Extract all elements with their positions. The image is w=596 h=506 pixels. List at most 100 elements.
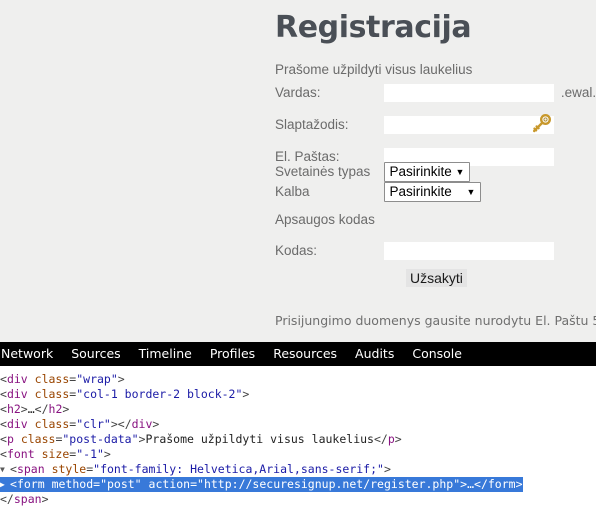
dom-tree-line[interactable]: <p class="post-data">Prašome užpildyti v… — [0, 432, 523, 447]
kalba-select[interactable]: Pasirinkite ▼ — [384, 182, 482, 202]
dom-tree-content: <div class="wrap"> <div class="col-1 bord… — [0, 372, 523, 506]
code-token-text: Prašome užpildyti visus laukelius — [145, 432, 374, 446]
chevron-down-icon: ▼ — [455, 167, 465, 177]
svetaines-typas-value: Pasirinkite — [389, 164, 452, 179]
code-token-text: … — [467, 477, 475, 491]
browser-page-viewport: Registracija Prašome užpildyti visus lau… — [0, 0, 596, 342]
devtools-tab-console[interactable]: Console — [403, 342, 471, 366]
devtools-tab-resources[interactable]: Resources — [264, 342, 346, 366]
code-token-punct: < — [0, 447, 7, 461]
devtools-tab-network[interactable]: Network — [0, 342, 62, 366]
code-token-attr: class — [34, 387, 70, 401]
chevron-down-icon: ▼ — [466, 187, 476, 197]
key-icon — [531, 113, 553, 134]
label-kodas: Kodas: — [275, 243, 318, 258]
label-svetaines-typas: Svetainės typas — [275, 164, 371, 179]
code-token-punct: = — [190, 477, 198, 491]
field-row-slaptazodis: Slaptažodis: — [275, 114, 555, 136]
field-row-vardas: Vardas: .ewal.lt — [275, 82, 596, 104]
code-token-punct: > — [515, 477, 523, 491]
code-token-tag: form — [487, 477, 516, 491]
code-token-value: "wrap" — [76, 372, 118, 386]
code-token-attr: class — [34, 417, 70, 431]
code-token-tag: p — [6, 432, 14, 446]
devtools-tab-timeline[interactable]: Timeline — [130, 342, 201, 366]
code-token-tag: span — [13, 492, 42, 506]
code-token-punct: </ — [373, 432, 388, 446]
vardas-input[interactable] — [384, 84, 555, 102]
code-token-tag: font — [6, 447, 35, 461]
label-slaptazodis: Slaptažodis: — [275, 117, 349, 132]
code-token-punct: < — [0, 372, 7, 386]
label-vardas: Vardas: — [275, 85, 321, 100]
code-token-attr: style — [51, 462, 87, 476]
code-token-tag: div — [6, 417, 28, 431]
field-row-kalba: Kalba Pasirinkite ▼ — [275, 181, 482, 203]
code-token-punct: </ — [34, 402, 49, 416]
code-token-punct: ></ — [110, 417, 132, 431]
devtools-tab-audits[interactable]: Audits — [346, 342, 403, 366]
dom-tree-line[interactable]: <div class="clr"></div> — [0, 417, 523, 432]
code-token-punct: > — [242, 387, 250, 401]
field-row-svetaines-typas: Svetainės typas Pasirinkite ▼ — [275, 161, 471, 183]
field-row-kodas: Kodas: — [275, 240, 555, 262]
devtools-elements-tree[interactable]: <div class="wrap"> <div class="col-1 bord… — [0, 366, 596, 506]
code-token-value: "-1" — [76, 447, 104, 461]
devtools-tab-sources[interactable]: Sources — [62, 342, 129, 366]
devtools-tab-profiles[interactable]: Profiles — [201, 342, 264, 366]
kodas-input[interactable] — [384, 242, 555, 260]
code-token-punct: > — [117, 372, 125, 386]
devtools-panel: Network Sources Timeline Profiles Resources A… — [0, 342, 596, 506]
footer-note: Prisijungimo duomenys gausite nurodytu E… — [275, 313, 596, 328]
domain-suffix: .ewal.lt — [560, 85, 596, 100]
code-token-tag: p — [387, 432, 395, 446]
page-title: Registracija — [275, 10, 472, 45]
slaptazodis-input[interactable] — [384, 116, 555, 134]
kalba-value: Pasirinkite — [389, 184, 452, 199]
code-token-tag: div — [6, 372, 28, 386]
dom-tree-line[interactable]: <h2>…</h2> — [0, 402, 523, 417]
dom-tree-line[interactable]: ▶ <form method="post" action="http://secu… — [0, 477, 523, 492]
code-token-value: "font-family: Helvetica,Arial,sans-serif… — [93, 462, 384, 476]
code-token-punct: > — [383, 462, 391, 476]
code-token-tag: span — [16, 462, 45, 476]
captcha-section-heading: Apsaugos kodas — [275, 212, 375, 227]
label-kalba: Kalba — [275, 184, 310, 199]
disclosure-triangle-closed-icon[interactable]: ▶ — [0, 477, 10, 492]
dom-tree-line[interactable]: </span> — [0, 492, 523, 506]
intro-text: Prašome užpildyti visus laukelius — [275, 62, 473, 77]
code-token-punct: > — [62, 402, 70, 416]
code-token-punct: </ — [474, 477, 488, 491]
dom-tree-line[interactable]: <div class="wrap"> — [0, 372, 523, 387]
code-token-punct: < — [10, 477, 17, 491]
dom-tree-line[interactable]: <font size="-1"> — [0, 447, 523, 462]
code-token-punct: > — [41, 492, 49, 506]
code-token-punct: > — [103, 447, 111, 461]
code-token-tag: form — [16, 477, 45, 491]
devtools-tabbar: Network Sources Timeline Profiles Resources A… — [0, 342, 596, 366]
code-token-attr: method — [51, 477, 94, 491]
code-token-value: "post-data" — [62, 432, 139, 446]
code-token-punct: > — [394, 432, 402, 446]
code-token-punct: < — [0, 387, 7, 401]
submit-button[interactable]: Užsakyti — [406, 269, 467, 287]
code-token-value: "post" — [100, 477, 142, 491]
svetaines-typas-select[interactable]: Pasirinkite ▼ — [384, 162, 471, 182]
disclosure-triangle-open-icon[interactable]: ▼ — [0, 462, 10, 477]
code-token-tag: div — [6, 387, 28, 401]
code-token-attr: size — [41, 447, 70, 461]
code-token-text: … — [27, 402, 35, 416]
code-token-punct: < — [0, 432, 7, 446]
dom-tree-line[interactable]: <div class="col-1 border-2 block-2"> — [0, 387, 523, 402]
code-token-attr: class — [34, 372, 70, 386]
code-token-punct: < — [0, 417, 7, 431]
dom-tree-line[interactable]: ▼ <span style="font-family: Helvetica,Ari… — [0, 462, 523, 477]
code-token-tag: div — [131, 417, 153, 431]
devtools-tabs: Network Sources Timeline Profiles Resources A… — [0, 342, 471, 366]
